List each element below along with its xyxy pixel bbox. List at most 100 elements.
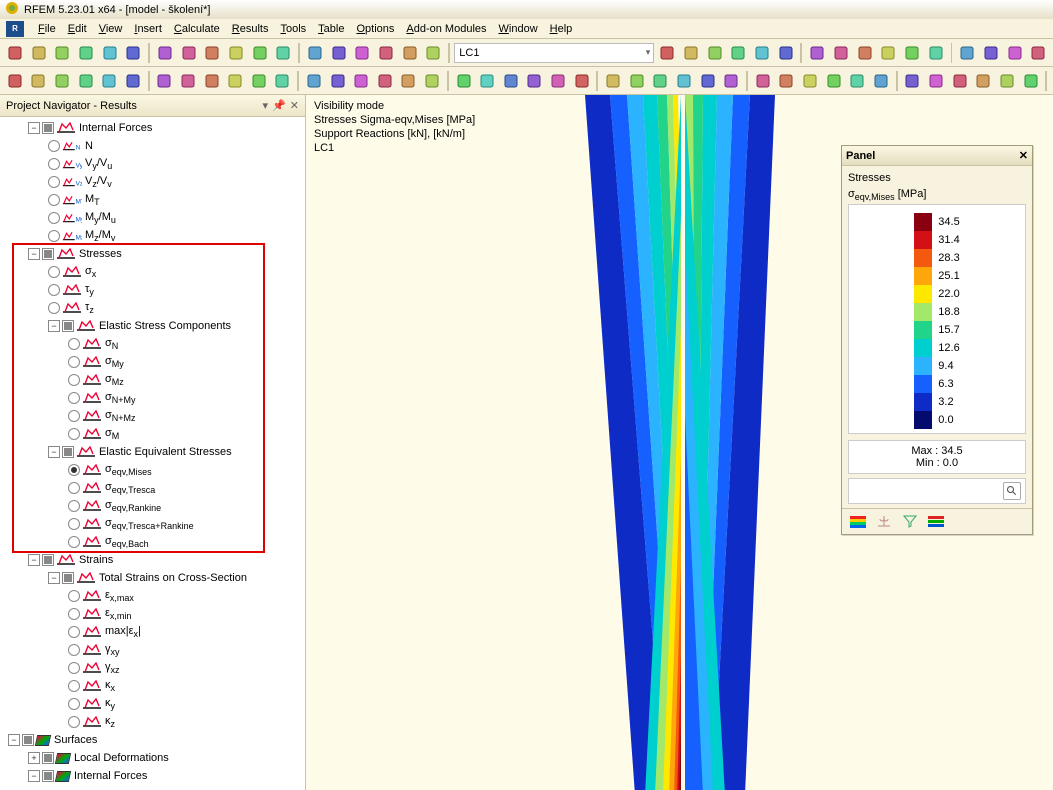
expand-icon[interactable]: − bbox=[28, 248, 40, 260]
menu-table[interactable]: Table bbox=[312, 21, 350, 37]
tree-item[interactable]: σeqv,Rankine bbox=[0, 497, 305, 515]
tree-group[interactable]: −Stresses bbox=[0, 245, 305, 263]
radio[interactable] bbox=[68, 464, 80, 476]
radio[interactable] bbox=[68, 590, 80, 602]
menu-insert[interactable]: Insert bbox=[128, 21, 168, 37]
tree-item[interactable]: max|εx| bbox=[0, 623, 305, 641]
tree-item[interactable]: σeqv,Mises bbox=[0, 461, 305, 479]
toolbar-button[interactable] bbox=[925, 70, 947, 92]
toolbar-button[interactable] bbox=[249, 42, 271, 64]
toolbar-button[interactable] bbox=[673, 70, 695, 92]
toolbar-button[interactable] bbox=[902, 70, 924, 92]
toolbar-button[interactable] bbox=[303, 70, 325, 92]
tree-item[interactable]: γxy bbox=[0, 641, 305, 659]
toolbar-button[interactable] bbox=[201, 70, 223, 92]
toolbar-button[interactable] bbox=[122, 42, 144, 64]
toolbar-button[interactable] bbox=[273, 42, 295, 64]
expand-icon[interactable]: − bbox=[48, 446, 60, 458]
tree-item[interactable]: σM bbox=[0, 425, 305, 443]
dropdown-icon[interactable]: ▾ bbox=[263, 99, 269, 112]
tree-item[interactable]: γxz bbox=[0, 659, 305, 677]
toolbar-button[interactable] bbox=[178, 42, 200, 64]
radio[interactable] bbox=[48, 266, 60, 278]
tree-item[interactable]: σx bbox=[0, 263, 305, 281]
checkbox[interactable] bbox=[62, 446, 74, 458]
toolbar-button[interactable] bbox=[374, 70, 396, 92]
filter-icon[interactable] bbox=[900, 513, 920, 531]
tree-item[interactable]: VyVy/Vu bbox=[0, 155, 305, 173]
loadcase-dropdown[interactable]: LC1 bbox=[454, 43, 654, 63]
panel-titlebar[interactable]: Panel ✕ bbox=[842, 146, 1032, 166]
toolbar-button[interactable] bbox=[1004, 42, 1026, 64]
toolbar-button[interactable] bbox=[650, 70, 672, 92]
tree-group[interactable]: −Internal Forces bbox=[0, 119, 305, 137]
tree-item[interactable]: εx,min bbox=[0, 605, 305, 623]
toolbar-button[interactable] bbox=[51, 42, 73, 64]
expand-icon[interactable]: − bbox=[28, 122, 40, 134]
toolbar-button[interactable] bbox=[925, 42, 947, 64]
toolbar-button[interactable] bbox=[949, 70, 971, 92]
toolbar-button[interactable] bbox=[328, 42, 350, 64]
expand-icon[interactable]: + bbox=[28, 752, 40, 764]
toolbar-button[interactable] bbox=[154, 42, 176, 64]
menu-results[interactable]: Results bbox=[226, 21, 275, 37]
toolbar-button[interactable] bbox=[806, 42, 828, 64]
menu-file[interactable]: File bbox=[32, 21, 62, 37]
radio[interactable] bbox=[48, 176, 60, 188]
toolbar-button[interactable] bbox=[154, 70, 176, 92]
tree-item[interactable]: σeqv,Bach bbox=[0, 533, 305, 551]
tree-group[interactable]: −Elastic Stress Components bbox=[0, 317, 305, 335]
toolbar-button[interactable] bbox=[980, 42, 1002, 64]
menu-help[interactable]: Help bbox=[544, 21, 579, 37]
menu-add-on-modules[interactable]: Add-on Modules bbox=[400, 21, 492, 37]
toolbar-button[interactable] bbox=[304, 42, 326, 64]
toolbar-button[interactable] bbox=[375, 42, 397, 64]
radio[interactable] bbox=[48, 194, 60, 206]
checkbox[interactable] bbox=[62, 320, 74, 332]
toolbar-button[interactable] bbox=[823, 70, 845, 92]
toolbar-button[interactable] bbox=[602, 70, 624, 92]
pin-icon[interactable]: 📌 bbox=[272, 99, 286, 112]
menu-options[interactable]: Options bbox=[350, 21, 400, 37]
toolbar-button[interactable] bbox=[626, 70, 648, 92]
toolbar-button[interactable] bbox=[122, 70, 144, 92]
toolbar-button[interactable] bbox=[398, 70, 420, 92]
tree-item[interactable]: MyMy/Mu bbox=[0, 209, 305, 227]
toolbar-button[interactable] bbox=[248, 70, 270, 92]
toolbar-button[interactable] bbox=[4, 70, 26, 92]
toolbar-button[interactable] bbox=[4, 42, 26, 64]
menu-edit[interactable]: Edit bbox=[62, 21, 93, 37]
toolbar-button[interactable] bbox=[571, 70, 593, 92]
tree-item[interactable]: σMz bbox=[0, 371, 305, 389]
radio[interactable] bbox=[68, 644, 80, 656]
toolbar-button[interactable] bbox=[901, 42, 923, 64]
radio[interactable] bbox=[68, 482, 80, 494]
toolbar-button[interactable] bbox=[75, 70, 97, 92]
tree-item[interactable]: κx bbox=[0, 677, 305, 695]
toolbar-button[interactable] bbox=[680, 42, 702, 64]
toolbar-button[interactable] bbox=[877, 42, 899, 64]
radio[interactable] bbox=[68, 626, 80, 638]
toolbar-button[interactable] bbox=[453, 70, 475, 92]
toolbar-button[interactable] bbox=[224, 70, 246, 92]
radio[interactable] bbox=[68, 392, 80, 404]
toolbar-button[interactable] bbox=[350, 70, 372, 92]
tree-item[interactable]: σN+My bbox=[0, 389, 305, 407]
tree-group[interactable]: −Strains bbox=[0, 551, 305, 569]
tree-item[interactable]: σeqv,Tresca bbox=[0, 479, 305, 497]
toolbar-button[interactable] bbox=[727, 42, 749, 64]
toolbar-button[interactable] bbox=[752, 70, 774, 92]
toolbar-button[interactable] bbox=[799, 70, 821, 92]
toolbar-button[interactable] bbox=[1028, 42, 1050, 64]
tree-item[interactable]: εx,max bbox=[0, 587, 305, 605]
results-panel[interactable]: Panel ✕ Stresses σeqv,Mises [MPa] 34.531… bbox=[841, 145, 1033, 535]
checkbox[interactable] bbox=[62, 572, 74, 584]
close-icon[interactable]: ✕ bbox=[290, 99, 299, 112]
toolbar-button[interactable] bbox=[225, 42, 247, 64]
toolbar-button[interactable] bbox=[98, 70, 120, 92]
toolbar-button[interactable] bbox=[830, 42, 852, 64]
bars-icon[interactable] bbox=[926, 513, 946, 531]
tree-item[interactable]: VzVz/Vv bbox=[0, 173, 305, 191]
checkbox[interactable] bbox=[42, 752, 54, 764]
radio[interactable] bbox=[68, 536, 80, 548]
